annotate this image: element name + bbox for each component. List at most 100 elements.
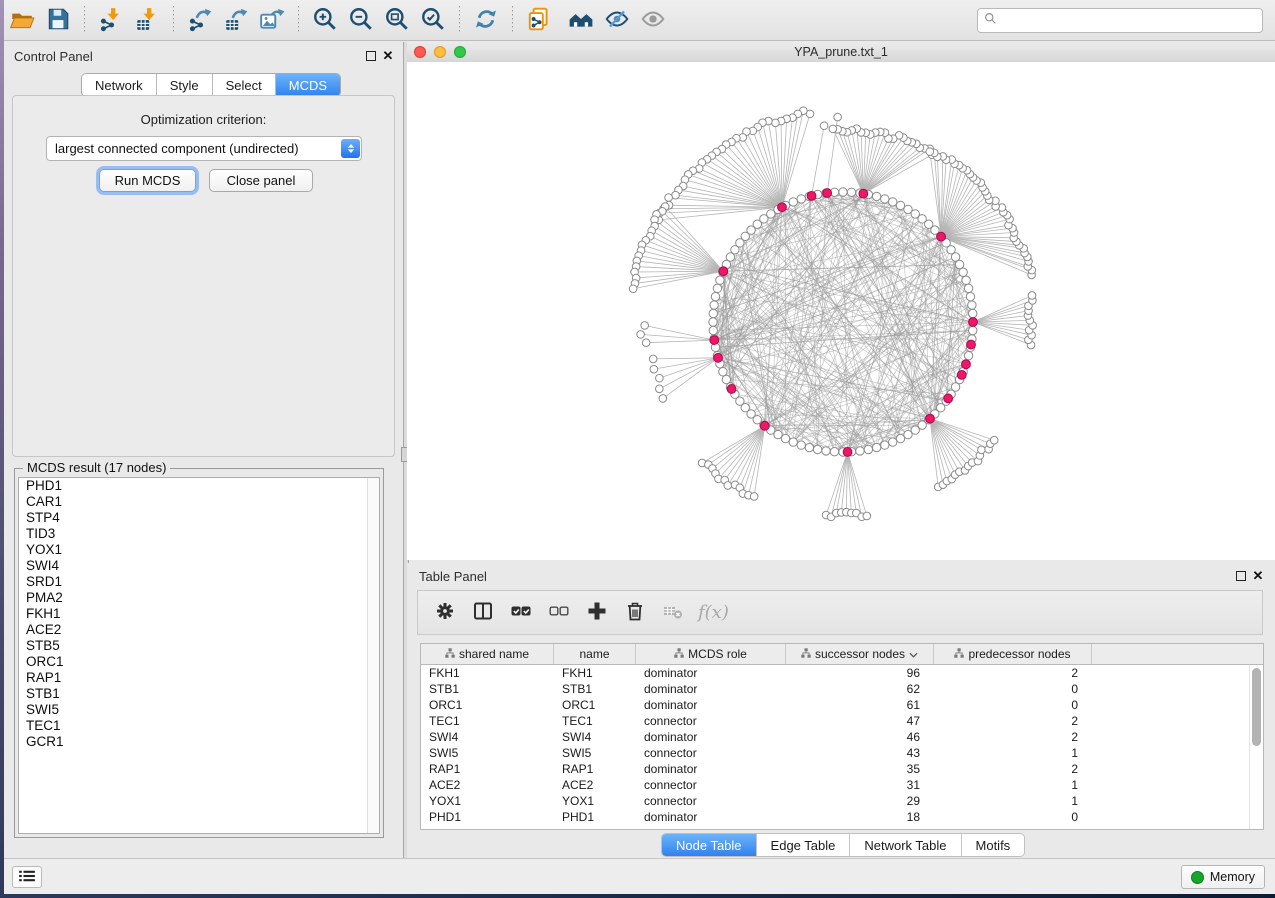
network-node[interactable] — [709, 318, 717, 326]
table-row[interactable]: STB1STB1dominator620 — [421, 681, 1263, 697]
import-table-button[interactable] — [131, 4, 163, 36]
network-node-mcds[interactable] — [719, 267, 728, 276]
network-node[interactable] — [990, 436, 998, 444]
import-network-button[interactable] — [95, 4, 127, 36]
network-node[interactable] — [872, 443, 880, 451]
memory-button[interactable]: Memory — [1181, 865, 1265, 889]
network-node[interactable] — [797, 441, 805, 449]
network-node[interactable] — [716, 276, 724, 284]
network-node-mcds[interactable] — [937, 232, 946, 241]
network-node[interactable] — [1028, 292, 1036, 300]
table-row[interactable]: SWI5SWI5connector431 — [421, 745, 1263, 761]
network-node[interactable] — [665, 194, 673, 202]
network-node[interactable] — [789, 198, 797, 206]
network-node[interactable] — [713, 284, 721, 292]
network-node[interactable] — [964, 284, 972, 292]
column-header-successor-nodes[interactable]: successor nodes — [786, 644, 934, 664]
criterion-select[interactable]: largest connected component (undirected) — [46, 136, 362, 161]
mcds-result-item[interactable]: SRD1 — [19, 574, 379, 590]
network-node-mcds[interactable] — [926, 414, 935, 423]
mcds-result-item[interactable]: RAP1 — [19, 670, 379, 686]
table-row[interactable]: SWI4SWI4dominator462 — [421, 729, 1263, 745]
network-node[interactable] — [863, 512, 871, 520]
network-node[interactable] — [772, 119, 780, 127]
table-row[interactable]: TEC1TEC1connector472 — [421, 713, 1263, 729]
network-node[interactable] — [719, 368, 727, 376]
network-node[interactable] — [789, 438, 797, 446]
clear-selection-button[interactable] — [543, 597, 575, 629]
network-node[interactable] — [969, 326, 977, 334]
tab-network-table[interactable]: Network Table — [850, 834, 961, 856]
network-node[interactable] — [711, 292, 719, 300]
export-network-button[interactable] — [184, 4, 216, 36]
network-node-mcds[interactable] — [778, 203, 787, 212]
network-node[interactable] — [641, 322, 649, 330]
open-file-button[interactable] — [6, 4, 38, 36]
show-selected-button[interactable] — [637, 4, 669, 36]
network-node[interactable] — [839, 188, 847, 196]
tab-edge-table[interactable]: Edge Table — [757, 834, 851, 856]
tab-network[interactable]: Network — [82, 74, 157, 96]
function-builder-icon[interactable]: f(x) — [698, 602, 729, 623]
network-node[interactable] — [656, 385, 664, 393]
network-node[interactable] — [830, 448, 838, 456]
network-node[interactable] — [847, 188, 855, 196]
table-row[interactable]: PHD1PHD1dominator180 — [421, 809, 1263, 825]
network-node[interactable] — [813, 445, 821, 453]
network-node-mcds[interactable] — [962, 360, 971, 369]
mcds-result-item[interactable]: STB5 — [19, 638, 379, 654]
result-list-scrollbar[interactable] — [367, 478, 379, 833]
network-canvas[interactable] — [407, 62, 1275, 560]
column-header-predecessor-nodes[interactable]: predecessor nodes — [934, 644, 1092, 664]
task-history-button[interactable] — [12, 866, 42, 888]
column-header-shared-name[interactable]: shared name — [421, 644, 554, 664]
network-node[interactable] — [856, 447, 864, 455]
close-panel-button[interactable]: Close panel — [209, 169, 313, 192]
delete-table-button[interactable] — [657, 597, 689, 629]
network-node[interactable] — [642, 339, 650, 347]
export-image-button[interactable] — [256, 4, 288, 36]
network-node[interactable] — [709, 326, 717, 334]
network-node[interactable] — [896, 201, 904, 209]
table-row[interactable]: RAP1RAP1dominator352 — [421, 761, 1263, 777]
network-node-mcds[interactable] — [967, 340, 976, 349]
hide-selected-button[interactable] — [601, 4, 633, 36]
network-node[interactable] — [781, 434, 789, 442]
table-row[interactable]: ACE2ACE2connector311 — [421, 777, 1263, 793]
network-node[interactable] — [805, 443, 813, 451]
network-node[interactable] — [659, 395, 667, 403]
network-node[interactable] — [864, 445, 872, 453]
delete-column-button[interactable] — [619, 597, 651, 629]
network-node[interactable] — [822, 447, 830, 455]
save-session-button[interactable] — [42, 4, 74, 36]
zoom-selected-button[interactable] — [417, 4, 449, 36]
column-header-name[interactable]: name — [554, 644, 636, 664]
table-row[interactable]: FKH1FKH1dominator962 — [421, 665, 1263, 681]
tab-motifs[interactable]: Motifs — [962, 834, 1025, 856]
table-panel-close-button[interactable]: ✕ — [1251, 569, 1265, 583]
network-node-mcds[interactable] — [727, 385, 736, 394]
network-node-mcds[interactable] — [843, 448, 852, 457]
table-settings-button[interactable] — [429, 597, 461, 629]
network-node-mcds[interactable] — [710, 336, 719, 345]
network-node-mcds[interactable] — [859, 189, 868, 198]
network-node-mcds[interactable] — [944, 394, 953, 403]
network-node[interactable] — [637, 331, 645, 339]
mcds-result-item[interactable]: TEC1 — [19, 718, 379, 734]
network-node[interactable] — [959, 268, 967, 276]
apply-layout-button[interactable] — [470, 4, 502, 36]
network-node[interactable] — [820, 122, 828, 130]
network-node[interactable] — [889, 438, 897, 446]
table-panel-float-button[interactable] — [1236, 571, 1246, 581]
mcds-result-item[interactable]: FKH1 — [19, 606, 379, 622]
network-node[interactable] — [872, 192, 880, 200]
network-node[interactable] — [964, 351, 972, 359]
network-node[interactable] — [709, 309, 717, 317]
network-node[interactable] — [978, 446, 986, 454]
mcds-result-item[interactable]: GCR1 — [19, 734, 379, 750]
network-node-mcds[interactable] — [969, 318, 978, 327]
search-input[interactable] — [1001, 11, 1262, 31]
mcds-result-item[interactable]: STP4 — [19, 510, 379, 526]
network-node[interactable] — [881, 195, 889, 203]
mcds-result-item[interactable]: TID3 — [19, 526, 379, 542]
